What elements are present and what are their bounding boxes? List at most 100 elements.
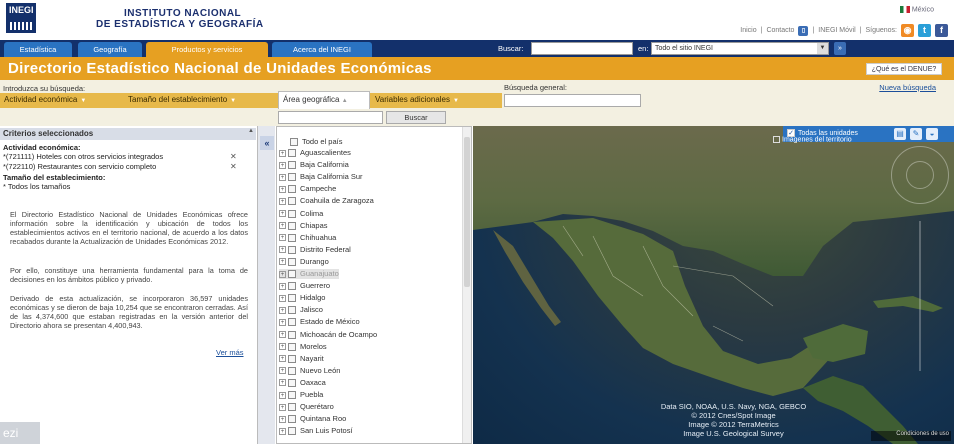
checkbox[interactable]: [288, 173, 296, 182]
checkbox[interactable]: [288, 415, 296, 424]
twitter-icon[interactable]: t: [918, 24, 931, 37]
filter-area-geografica[interactable]: Área geográfica ▲: [278, 91, 370, 109]
expand-plus-icon[interactable]: +: [279, 197, 286, 205]
list-item-state[interactable]: + Nayarit: [279, 354, 324, 364]
checkbox[interactable]: [288, 257, 296, 266]
filter-tamano[interactable]: Tamaño del establecimiento ▼: [128, 95, 236, 104]
expand-plus-icon[interactable]: +: [279, 294, 286, 302]
expand-plus-icon[interactable]: +: [279, 306, 286, 314]
list-item-state[interactable]: + Quintana Roo: [279, 414, 346, 424]
checkbox[interactable]: [288, 245, 296, 254]
collapse-up-icon[interactable]: ▲: [248, 128, 254, 134]
list-item-state[interactable]: + Michoacán de Ocampo: [279, 330, 377, 340]
expand-plus-icon[interactable]: +: [279, 403, 286, 411]
tab-estadistica[interactable]: Estadística: [4, 42, 72, 57]
see-more-link[interactable]: Ver más: [216, 348, 244, 357]
mobile-icon[interactable]: ▯: [798, 25, 809, 36]
inegi-logo[interactable]: INEGI: [6, 3, 36, 33]
site-search-input[interactable]: [531, 42, 633, 55]
link-inegi-movil[interactable]: INEGI Móvil: [818, 27, 855, 34]
remove-icon[interactable]: ✕: [230, 152, 237, 161]
list-item-state[interactable]: + Chihuahua: [279, 233, 336, 243]
expand-plus-icon[interactable]: +: [279, 246, 286, 254]
list-item-state[interactable]: + Durango: [279, 257, 329, 267]
list-item-state[interactable]: + Guerrero: [279, 281, 330, 291]
remove-icon[interactable]: ✕: [230, 162, 237, 171]
checkbox[interactable]: [288, 403, 296, 412]
list-item-state[interactable]: + Campeche: [279, 184, 336, 194]
table-icon[interactable]: ▤: [894, 128, 906, 140]
list-item-state[interactable]: + Coahuila de Zaragoza: [279, 196, 374, 206]
link-inicio[interactable]: Inicio: [740, 27, 756, 34]
expand-plus-icon[interactable]: +: [279, 343, 286, 351]
scrollbar-thumb[interactable]: [464, 137, 470, 287]
expand-plus-icon[interactable]: +: [279, 258, 286, 266]
map-view[interactable]: ✓ Todas las unidades ▤ ✎ ◒ Imágenes del t…: [473, 126, 954, 444]
list-item-state[interactable]: + Jalisco: [279, 305, 323, 315]
facebook-icon[interactable]: f: [935, 24, 948, 37]
layers-icon[interactable]: ◒: [926, 128, 938, 140]
checkbox[interactable]: [288, 185, 296, 194]
rss-icon[interactable]: ◉: [901, 24, 914, 37]
navigation-ring-inner[interactable]: [906, 161, 934, 189]
list-item-state[interactable]: + Nuevo León: [279, 366, 340, 376]
checkbox[interactable]: [288, 294, 296, 303]
list-item-state[interactable]: + San Luis Potosí: [279, 426, 353, 436]
checkbox[interactable]: [288, 354, 296, 363]
checkbox[interactable]: [288, 270, 296, 279]
list-item-state[interactable]: + Puebla: [279, 390, 323, 400]
expand-plus-icon[interactable]: +: [279, 270, 286, 278]
tab-geografia[interactable]: Geografía: [78, 42, 142, 57]
expand-plus-icon[interactable]: +: [279, 173, 286, 181]
list-item-state[interactable]: + Baja California: [279, 160, 349, 170]
expand-plus-icon[interactable]: +: [279, 367, 286, 375]
expand-plus-icon[interactable]: +: [279, 355, 286, 363]
checkbox[interactable]: [288, 161, 296, 170]
checkbox[interactable]: [288, 378, 296, 387]
checkbox[interactable]: [290, 138, 298, 147]
list-item-state[interactable]: + Aguascalientes: [279, 148, 351, 158]
list-item-state[interactable]: + Oaxaca: [279, 378, 326, 388]
list-item-state[interactable]: + Distrito Federal: [279, 245, 351, 255]
checkbox[interactable]: [288, 197, 296, 206]
checkbox[interactable]: [288, 149, 296, 158]
area-search-input[interactable]: [278, 111, 383, 124]
link-contacto[interactable]: Contacto: [766, 27, 794, 34]
collapse-left-icon[interactable]: «: [260, 136, 274, 150]
checkbox[interactable]: [288, 209, 296, 218]
area-search-button[interactable]: Buscar: [386, 111, 446, 124]
expand-plus-icon[interactable]: +: [279, 391, 286, 399]
checkbox[interactable]: [288, 306, 296, 315]
expand-plus-icon[interactable]: +: [279, 427, 286, 435]
expand-plus-icon[interactable]: +: [279, 149, 286, 157]
tab-productos-servicios[interactable]: Productos y servicios: [146, 42, 268, 57]
list-item-state[interactable]: + Estado de México: [279, 317, 360, 327]
what-is-denue-button[interactable]: ¿Qué es el DENUE?: [866, 63, 942, 75]
expand-plus-icon[interactable]: +: [279, 318, 286, 326]
expand-plus-icon[interactable]: +: [279, 331, 286, 339]
checkbox[interactable]: [288, 427, 296, 436]
checkbox[interactable]: [288, 282, 296, 291]
search-go-button[interactable]: »: [834, 42, 846, 55]
expand-plus-icon[interactable]: +: [279, 222, 286, 230]
list-item-state[interactable]: + Querétaro: [279, 402, 334, 412]
checkbox[interactable]: [288, 221, 296, 230]
new-search-link[interactable]: Nueva búsqueda: [879, 83, 936, 92]
expand-plus-icon[interactable]: +: [279, 282, 286, 290]
checkbox[interactable]: [288, 233, 296, 242]
tab-acerca-inegi[interactable]: Acerca del INEGI: [272, 42, 372, 57]
terms-of-use-link[interactable]: Condiciones de uso: [871, 431, 951, 441]
zoom-slider[interactable]: [919, 221, 921, 371]
checkbox[interactable]: [288, 366, 296, 375]
expand-plus-icon[interactable]: +: [279, 161, 286, 169]
expand-plus-icon[interactable]: +: [279, 210, 286, 218]
territory-images-toggle[interactable]: Imágenes del territorio: [773, 136, 852, 143]
ruler-icon[interactable]: ✎: [910, 128, 922, 140]
general-search-input[interactable]: [504, 94, 641, 107]
expand-plus-icon[interactable]: +: [279, 234, 286, 242]
checkbox[interactable]: [288, 391, 296, 400]
list-item-all[interactable]: Todo el país: [290, 137, 342, 147]
checkbox[interactable]: [288, 330, 296, 339]
filter-variables[interactable]: Variables adicionales ▼: [375, 95, 459, 104]
expand-plus-icon[interactable]: +: [279, 415, 286, 423]
